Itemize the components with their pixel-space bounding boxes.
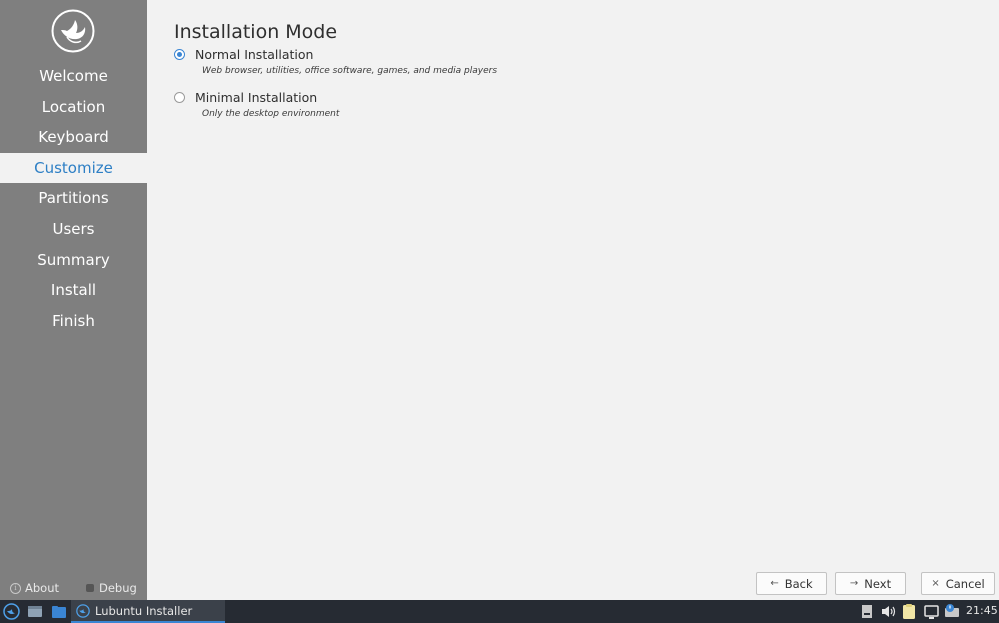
close-icon: × [931,578,940,589]
step-keyboard: Keyboard [38,128,109,147]
storage-icon[interactable] [861,603,873,620]
clock[interactable]: 21:45 [966,604,998,617]
step-location: Location [41,97,106,116]
debug-label: Debug [99,581,137,595]
arrow-right-icon: → [849,578,859,589]
lubuntu-bird-logo-icon [51,9,95,53]
next-button[interactable]: → Next [835,572,906,595]
task-label: Lubuntu Installer [95,603,193,618]
file-manager-icon[interactable] [51,603,67,620]
step-summary: Summary [37,250,110,269]
minimal-installation-option[interactable]: Minimal Installation [174,90,317,105]
step-customize: Customize [0,152,147,184]
lubuntu-installer-icon [76,603,90,618]
normal-installation-radio[interactable] [174,49,185,60]
steps-list: Welcome Location Keyboard Customize Part… [0,61,147,336]
step-install: Install [50,281,97,300]
back-label: Back [784,576,813,591]
main-panel: Installation Mode Normal Installation We… [147,0,999,600]
network-notification-icon[interactable] [943,603,961,620]
start-menu-icon[interactable] [3,603,20,620]
minimal-installation-radio[interactable] [174,92,185,103]
info-icon: i [10,582,21,594]
arrow-left-icon: ← [770,578,779,589]
page-title: Installation Mode [174,21,338,43]
next-label: Next [864,576,892,591]
taskbar-task-lubuntu-installer[interactable]: Lubuntu Installer [71,600,225,623]
step-finish: Finish [52,311,95,330]
cancel-button[interactable]: × Cancel [921,572,995,595]
step-users: Users [52,219,95,238]
normal-installation-description: Web browser, utilities, office software,… [202,66,498,76]
display-icon[interactable] [924,603,939,620]
volume-icon[interactable] [881,603,896,620]
sidebar-footer: i About Debug [0,576,147,600]
step-welcome: Welcome [39,67,108,85]
normal-installation-option[interactable]: Normal Installation [174,47,313,62]
sidebar: Welcome Location Keyboard Customize Part… [0,0,147,600]
debug-button[interactable]: Debug [86,581,137,595]
step-partitions: Partitions [38,189,109,208]
desktop-icon[interactable] [27,603,43,620]
clipboard-icon[interactable] [902,603,916,620]
minimal-installation-description: Only the desktop environment [202,109,340,119]
taskbar: Lubuntu Installer 21:45 [0,600,999,623]
about-button[interactable]: i About [10,581,59,595]
back-button[interactable]: ← Back [756,572,827,595]
minimal-installation-label: Minimal Installation [195,90,318,105]
about-label: About [25,581,60,595]
cancel-label: Cancel [945,576,985,591]
normal-installation-label: Normal Installation [195,47,314,62]
debug-icon [86,584,94,592]
